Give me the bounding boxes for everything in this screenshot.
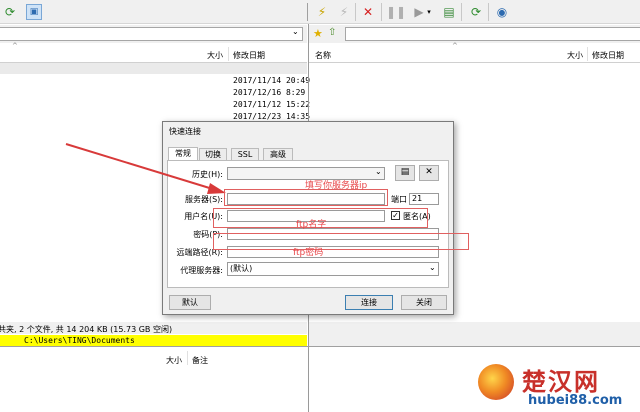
server-annotation: 填写你服务器ip: [305, 181, 368, 191]
password-highlight-box: [213, 233, 469, 250]
watermark-logo-icon: [478, 364, 514, 400]
watermark-url: hubei88.com: [528, 393, 623, 408]
server-highlight-box: [224, 189, 388, 206]
annotation-arrow: [65, 143, 226, 194]
password-annotation: ftp密码: [293, 248, 324, 258]
watermark-title: 楚汉网: [522, 367, 600, 396]
user-annotation: ftp名字: [296, 220, 327, 230]
